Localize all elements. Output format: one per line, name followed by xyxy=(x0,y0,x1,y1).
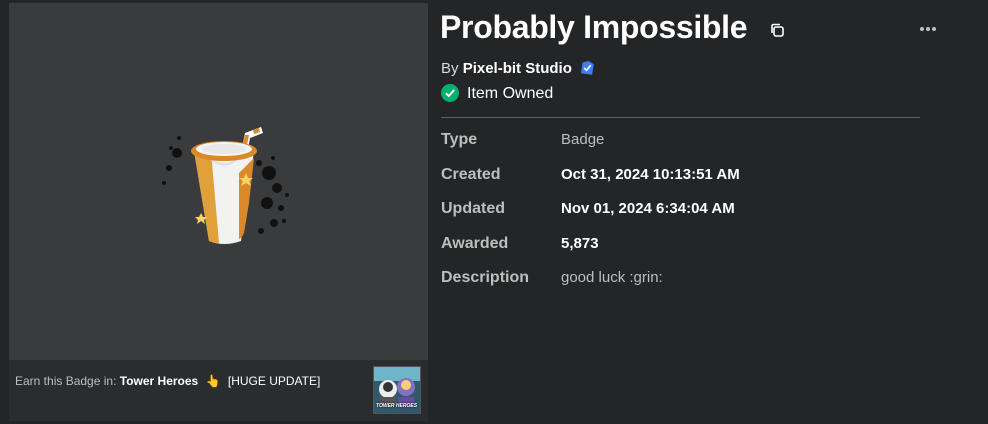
badge-thumbnail-image xyxy=(162,127,289,244)
detail-label: Description xyxy=(441,269,530,286)
game-thumbnail[interactable]: TOWER HEROES xyxy=(373,366,421,414)
detail-value: Badge xyxy=(561,131,605,148)
pointing-hand-icon: 👆 xyxy=(205,374,221,388)
detail-value: 5,873 xyxy=(561,235,599,252)
detail-value: Nov 01, 2024 6:34:04 AM xyxy=(561,200,735,217)
badge-title: Probably Impossible xyxy=(440,9,748,45)
check-circle-icon xyxy=(441,84,459,102)
detail-label: Updated xyxy=(441,200,505,217)
game-link[interactable]: Tower Heroes xyxy=(120,374,198,388)
detail-value: Oct 31, 2024 10:13:51 AM xyxy=(561,166,740,183)
owned-label: Item Owned xyxy=(467,85,554,102)
details-divider xyxy=(441,117,920,118)
badge-image-panel: Earn this Badge in: Tower Heroes 👆 [HUGE… xyxy=(9,3,428,421)
earn-badge-strip: Earn this Badge in: Tower Heroes 👆 [HUGE… xyxy=(9,360,428,421)
detail-label: Awarded xyxy=(441,235,509,252)
earn-badge-text: Earn this Badge in: Tower Heroes 👆 [HUGE… xyxy=(15,374,320,388)
badge-image-area xyxy=(9,3,428,360)
detail-value: good luck :grin: xyxy=(561,269,663,286)
verified-badge-icon xyxy=(581,61,594,75)
thumbnail-logo: TOWER HEROES xyxy=(376,403,418,409)
copy-icon[interactable] xyxy=(769,22,785,38)
earn-prefix: Earn this Badge in: xyxy=(15,374,117,388)
creator-line: By Pixel-bit Studio xyxy=(441,60,595,77)
creator-link[interactable]: Pixel-bit Studio xyxy=(463,60,572,77)
detail-label: Type xyxy=(441,131,478,148)
creator-prefix: By xyxy=(441,60,459,77)
owned-status: Item Owned xyxy=(441,84,553,103)
detail-label: Created xyxy=(441,166,501,183)
update-tag: [HUGE UPDATE] xyxy=(227,374,321,388)
more-options-icon[interactable] xyxy=(918,24,938,34)
